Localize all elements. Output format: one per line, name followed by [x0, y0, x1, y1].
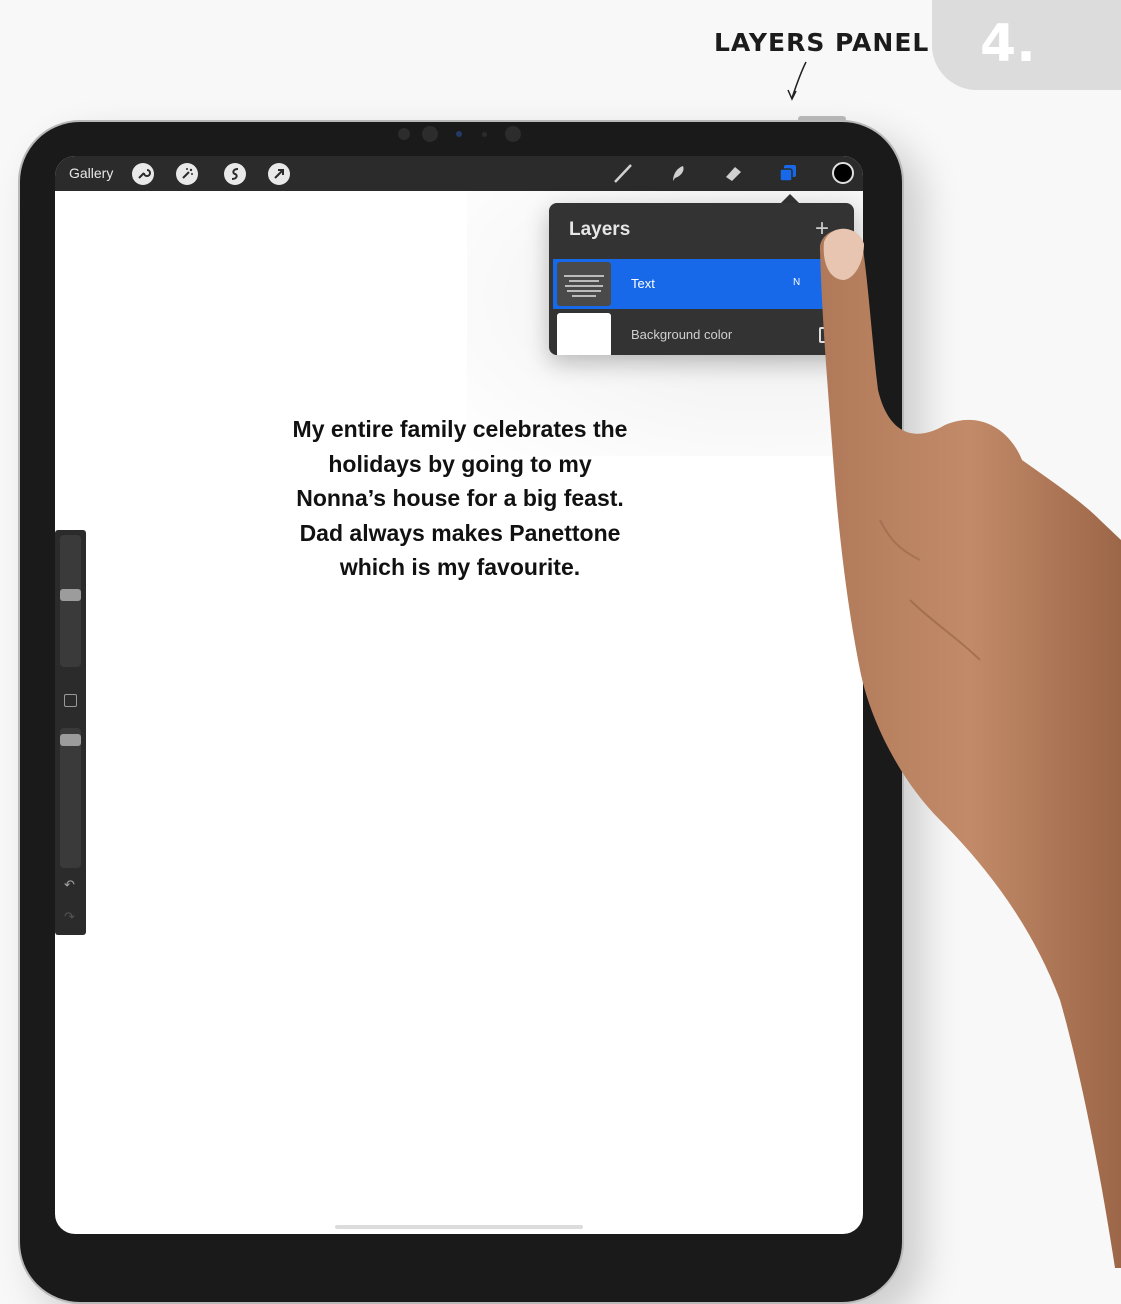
- pointing-hand-image: [819, 228, 1121, 1268]
- app-screen: Gallery Layers + Text N Background color…: [55, 156, 863, 1234]
- step-number: 4.: [980, 14, 1036, 74]
- camera-lens: [422, 126, 438, 142]
- annotation-arrow-icon: [787, 61, 807, 101]
- brush-size-thumb[interactable]: [60, 589, 81, 601]
- layer-thumbnail: [557, 262, 611, 306]
- wrench-icon[interactable]: [132, 163, 154, 185]
- top-toolbar: Gallery: [55, 156, 863, 191]
- sensor-dot: [456, 131, 462, 137]
- text-line: holidays by going to my: [328, 450, 592, 477]
- canvas-text: My entire family celebrates the holidays…: [255, 412, 665, 585]
- text-line: which is my favourite.: [339, 554, 581, 580]
- layer-name: Background color: [631, 327, 733, 342]
- layers-title: Layers: [569, 219, 631, 240]
- eraser-icon[interactable]: [722, 162, 744, 184]
- brush-size-slider[interactable]: [60, 535, 81, 667]
- panel-caret: [781, 194, 799, 203]
- sensor-dot: [398, 128, 410, 140]
- text-line: My entire family celebrates the: [292, 416, 628, 442]
- modify-button[interactable]: [64, 694, 77, 707]
- redo-icon[interactable]: ↷: [64, 909, 75, 925]
- annotation-label: LAYERS PANEL: [714, 28, 930, 57]
- selection-icon[interactable]: [224, 163, 246, 185]
- color-picker-button[interactable]: [832, 162, 854, 184]
- home-indicator: [335, 1225, 583, 1229]
- smudge-icon[interactable]: [667, 162, 689, 184]
- magic-wand-icon[interactable]: [176, 163, 198, 185]
- opacity-thumb[interactable]: [60, 734, 81, 746]
- camera-lens: [505, 126, 521, 142]
- layer-thumbnail: [557, 313, 611, 355]
- layers-icon[interactable]: [777, 162, 799, 184]
- text-line: Dad always makes Panettone: [299, 519, 621, 546]
- side-toolbar: ↶ ↷: [55, 530, 86, 935]
- transform-arrow-icon[interactable]: [268, 163, 290, 185]
- brush-icon[interactable]: [612, 162, 634, 184]
- sensor-dot: [482, 132, 487, 137]
- undo-icon[interactable]: ↶: [64, 877, 75, 893]
- step-badge: 4.: [932, 0, 1121, 90]
- opacity-slider[interactable]: [60, 728, 81, 868]
- text-line: Nonna’s house for a big feast.: [296, 485, 624, 511]
- gallery-button[interactable]: Gallery: [69, 165, 113, 181]
- layer-name: Text: [631, 276, 655, 291]
